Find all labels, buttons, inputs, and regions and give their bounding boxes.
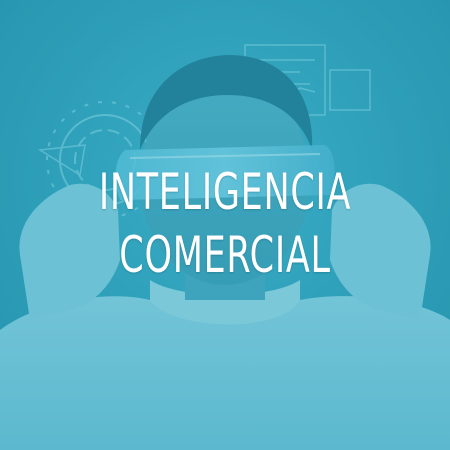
banner-tile[interactable]: INTELIGENCIA COMERCIAL — [0, 0, 450, 450]
vr-person-photo — [0, 0, 450, 450]
title-line-1: INTELIGENCIA — [98, 163, 352, 221]
title-line-2: COMERCIAL — [119, 226, 331, 284]
